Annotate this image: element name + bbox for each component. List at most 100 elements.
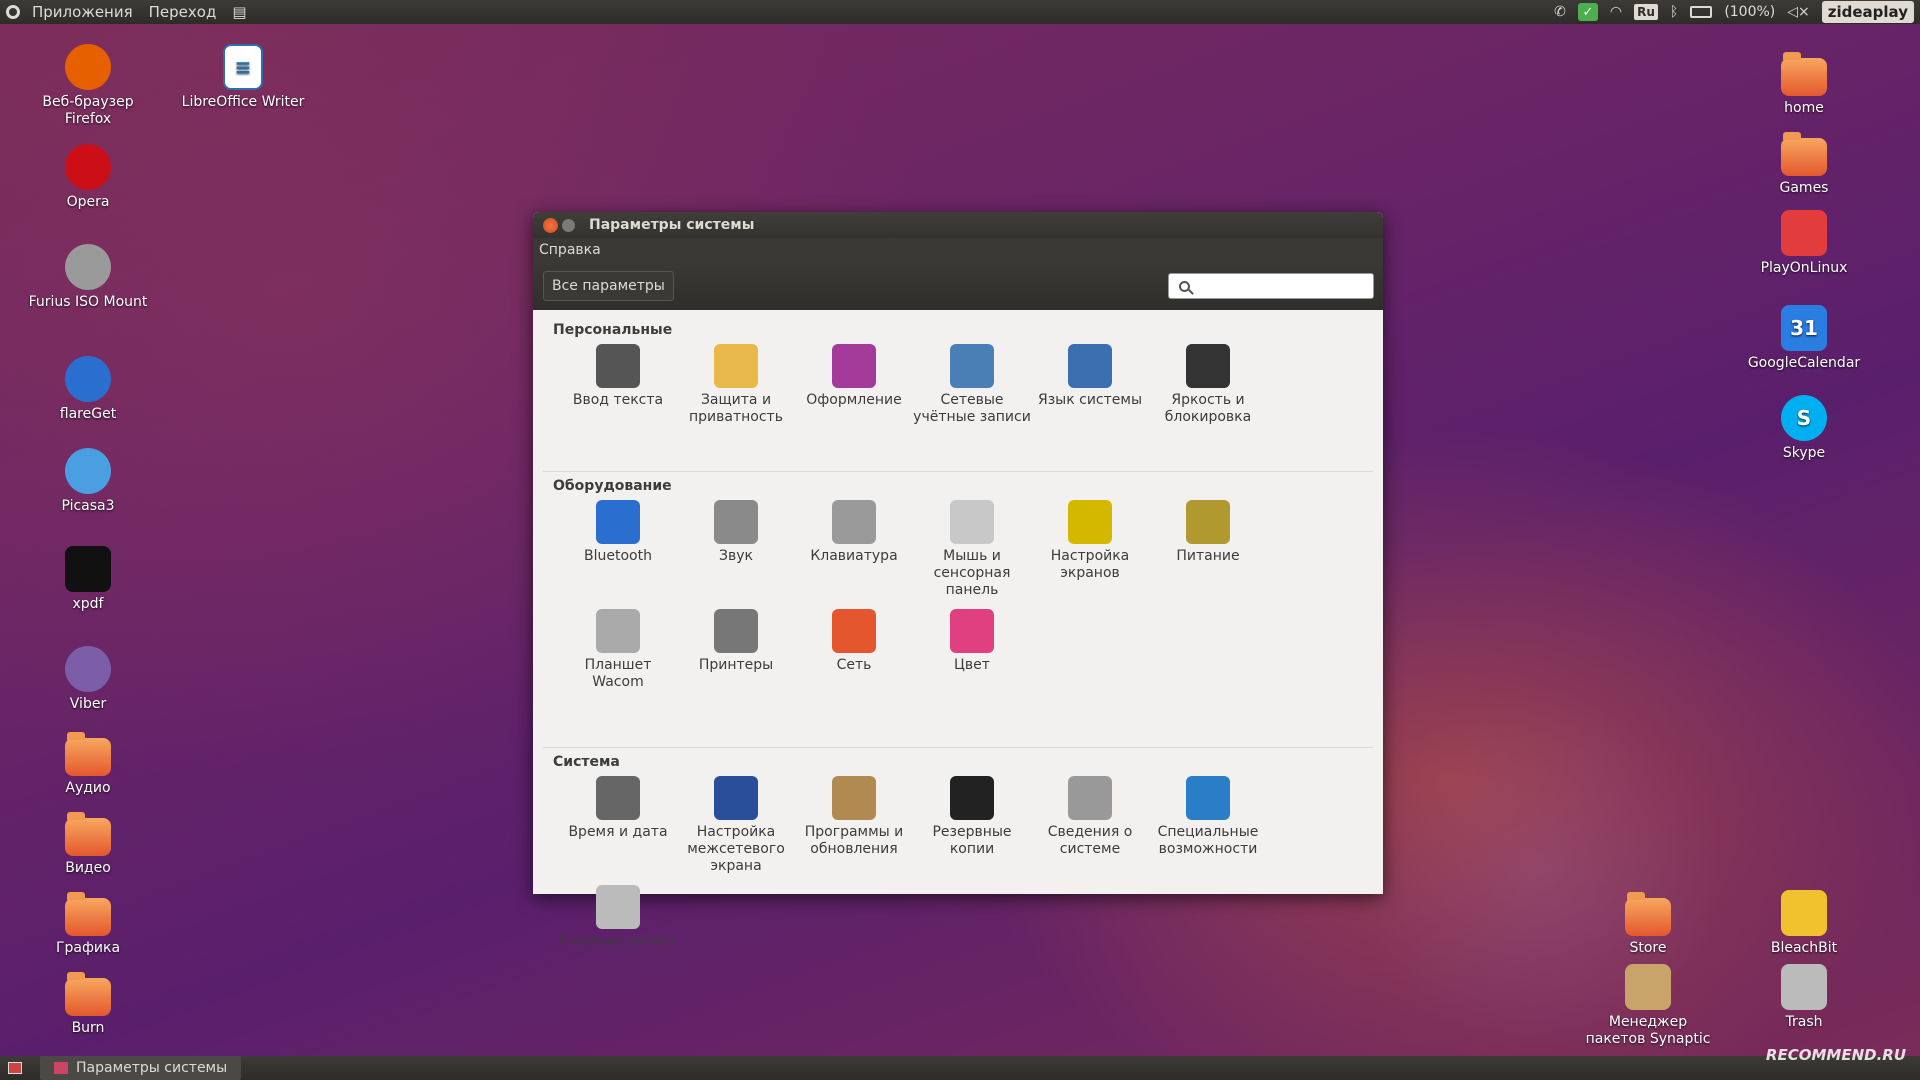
settings-item-printer[interactable]: Принтеры <box>677 609 795 691</box>
settings-item-software[interactable]: Программы и обновления <box>795 776 913 875</box>
settings-item-privacy[interactable]: Защита и приватность <box>677 344 795 426</box>
desktop-icon-folder[interactable]: Аудио <box>18 730 158 797</box>
settings-item-sound[interactable]: Звук <box>677 500 795 599</box>
watermark: RECOMMEND.RU <box>1765 1046 1906 1064</box>
desktop-icon-firefox[interactable]: Веб-браузер Firefox <box>18 44 158 128</box>
settings-item-accessibility[interactable]: Специальные возможности <box>1149 776 1267 875</box>
desktop-icon-picasa[interactable]: Picasa3 <box>18 448 158 515</box>
desktop-icon-label: Видео <box>65 860 111 876</box>
desktop-icon-opera[interactable]: Opera <box>18 144 158 211</box>
user-accounts-icon <box>596 885 640 929</box>
volume-icon[interactable]: ◁× <box>1787 4 1810 20</box>
folder-icon <box>65 892 111 936</box>
settings-item-displays[interactable]: Настройка экранов <box>1031 500 1149 599</box>
desktop-icon-label: BleachBit <box>1770 940 1838 956</box>
desktop-icon-folder[interactable]: Burn <box>18 970 158 1037</box>
top-panel: Приложения Переход ▤ ✆ ✓ ◠ Ru ᛒ (100%) ◁… <box>0 0 1920 24</box>
settings-item-label: Оформление <box>806 392 902 408</box>
home-folder-icon <box>1781 52 1827 96</box>
viber-tray-icon[interactable]: ✆ <box>1554 4 1566 20</box>
settings-item-language[interactable]: Язык системы <box>1031 344 1149 426</box>
language-icon <box>1068 344 1112 388</box>
section-title: Персональные <box>553 322 673 338</box>
settings-item-user-accounts[interactable]: Учётные записи <box>559 885 677 950</box>
desktop-icon-calendar[interactable]: 31 GoogleCalendar <box>1734 305 1874 372</box>
desktop-icon-disc[interactable]: Furius ISO Mount <box>18 244 158 311</box>
wacom-icon <box>596 609 640 653</box>
window-titlebar[interactable]: Параметры системы <box>533 212 1383 238</box>
desktop-icon-bleachbit[interactable]: BleachBit <box>1734 890 1874 957</box>
settings-content: Персональные Ввод текста Защита и приватно… <box>533 310 1383 968</box>
folder-icon <box>1625 892 1671 936</box>
desktop-icon-playonlinux[interactable]: PlayOnLinux <box>1734 210 1874 277</box>
all-settings-button[interactable]: Все параметры <box>543 271 674 301</box>
settings-grid: Ввод текста Защита и приватность Оформлени… <box>559 344 1373 436</box>
minimize-icon[interactable] <box>562 218 575 232</box>
folder-icon <box>65 972 111 1016</box>
menu-applications[interactable]: Приложения <box>24 0 141 24</box>
desktop-icon-home-folder[interactable]: home <box>1734 50 1874 117</box>
disc-icon <box>65 244 111 290</box>
settings-item-network[interactable]: Сеть <box>795 609 913 691</box>
desktop-icon-xpdf[interactable]: xpdf <box>18 546 158 613</box>
settings-item-bluetooth[interactable]: Bluetooth <box>559 500 677 599</box>
show-desktop-icon[interactable] <box>8 1062 22 1074</box>
close-icon[interactable] <box>543 217 558 233</box>
search-input[interactable] <box>1196 278 1356 294</box>
check-tray-icon[interactable]: ✓ <box>1577 3 1598 21</box>
settings-item-appearance[interactable]: Оформление <box>795 344 913 426</box>
desktop-icon-label: GoogleCalendar <box>1747 355 1861 371</box>
desktop-icon-skype[interactable]: S Skype <box>1734 395 1874 462</box>
settings-item-keyboard[interactable]: Клавиатура <box>795 500 913 599</box>
settings-item-firewall[interactable]: Настройка межсетевого экрана <box>677 776 795 875</box>
settings-item-lock-screen[interactable]: Яркость и блокировка <box>1149 344 1267 426</box>
firefox-icon <box>65 44 111 90</box>
software-icon <box>832 776 876 820</box>
power-icon <box>1186 500 1230 544</box>
settings-item-label: Резервные копии <box>932 824 1012 857</box>
settings-item-label: Язык системы <box>1037 392 1142 408</box>
settings-item-label: Сеть <box>836 657 872 673</box>
privacy-icon <box>714 344 758 388</box>
keyboard-layout-indicator[interactable]: Ru <box>1634 4 1658 20</box>
settings-item-online-accounts[interactable]: Сетевые учётные записи <box>913 344 1031 426</box>
system-tray: ✆ ✓ ◠ Ru ᛒ (100%) ◁× zideaplay <box>1554 0 1920 24</box>
settings-item-system-info[interactable]: Сведения о системе <box>1031 776 1149 875</box>
settings-item-power[interactable]: Питание <box>1149 500 1267 599</box>
desktop-icon-folder[interactable]: Графика <box>18 890 158 957</box>
skype-icon: S <box>1781 395 1827 441</box>
settings-item-text-entry[interactable]: Ввод текста <box>559 344 677 426</box>
settings-item-mouse[interactable]: Мышь и сенсорная панель <box>913 500 1031 599</box>
desktop-icon-libreoffice-writer[interactable]: ≡ LibreOffice Writer <box>173 44 313 111</box>
settings-item-wacom[interactable]: Планшет Wacom <box>559 609 677 691</box>
launcher-icon[interactable]: ▤ <box>224 0 254 24</box>
desktop-icon-label: Viber <box>69 696 107 712</box>
desktop-icon-folder[interactable]: Games <box>1734 130 1874 197</box>
desktop-icon-flareget[interactable]: flareGet <box>18 356 158 423</box>
settings-item-label: Защита и приватность <box>689 392 783 425</box>
section-title: Система <box>553 754 620 770</box>
desktop-icon-folder[interactable]: Store <box>1578 890 1718 957</box>
desktop-icon-label: Burn <box>71 1020 105 1036</box>
wifi-icon[interactable]: ◠ <box>1610 4 1622 20</box>
settings-item-label: Сведения о системе <box>1047 824 1133 857</box>
menu-help[interactable]: Справка <box>539 242 601 258</box>
menu-places[interactable]: Переход <box>141 0 225 24</box>
search-box[interactable] <box>1168 273 1374 299</box>
system-settings-window: Параметры системы Справка Все параметры … <box>533 212 1383 949</box>
desktop-icon-folder[interactable]: Видео <box>18 810 158 877</box>
desktop-icon-synaptic[interactable]: Менеджер пакетов Synaptic <box>1578 964 1718 1048</box>
desktop-icon-label: Skype <box>1782 445 1826 461</box>
battery-icon[interactable] <box>1690 6 1713 18</box>
desktop-icon-viber[interactable]: Viber <box>18 646 158 713</box>
taskbar-item[interactable]: Параметры системы <box>40 1056 242 1080</box>
settings-item-backup[interactable]: Резервные копии <box>913 776 1031 875</box>
ubuntu-menu-icon[interactable] <box>6 5 20 19</box>
settings-task-icon <box>54 1062 68 1074</box>
bluetooth-tray-icon[interactable]: ᛒ <box>1670 4 1678 20</box>
desktop-icon-trash[interactable]: Trash <box>1734 964 1874 1031</box>
settings-item-clock[interactable]: Время и дата <box>559 776 677 875</box>
settings-item-color[interactable]: Цвет <box>913 609 1031 691</box>
playonlinux-icon <box>1781 210 1827 256</box>
settings-item-label: Программы и обновления <box>804 824 904 857</box>
